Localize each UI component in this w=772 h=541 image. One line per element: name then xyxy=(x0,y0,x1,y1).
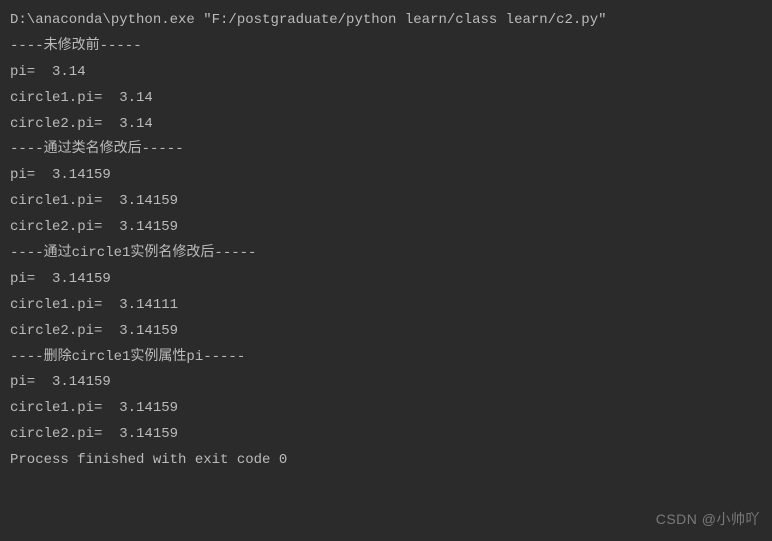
output-line: ----未修改前----- xyxy=(10,34,762,60)
output-line: circle1.pi= 3.14159 xyxy=(10,189,762,215)
output-line: ----通过circle1实例名修改后----- xyxy=(10,241,762,267)
output-line: ----通过类名修改后----- xyxy=(10,137,762,163)
output-line: circle2.pi= 3.14159 xyxy=(10,422,762,448)
output-line: circle1.pi= 3.14111 xyxy=(10,293,762,319)
output-line: Process finished with exit code 0 xyxy=(10,448,762,474)
output-line: ----删除circle1实例属性pi----- xyxy=(10,345,762,371)
output-line: pi= 3.14159 xyxy=(10,370,762,396)
watermark: CSDN @小帅吖 xyxy=(656,507,760,533)
output-line: pi= 3.14159 xyxy=(10,267,762,293)
output-line: circle2.pi= 3.14 xyxy=(10,112,762,138)
output-line: circle2.pi= 3.14159 xyxy=(10,319,762,345)
output-line: circle2.pi= 3.14159 xyxy=(10,215,762,241)
output-line: circle1.pi= 3.14159 xyxy=(10,396,762,422)
console-output: D:\anaconda\python.exe "F:/postgraduate/… xyxy=(10,8,762,474)
output-line: pi= 3.14159 xyxy=(10,163,762,189)
output-line: circle1.pi= 3.14 xyxy=(10,86,762,112)
output-line: D:\anaconda\python.exe "F:/postgraduate/… xyxy=(10,8,762,34)
output-line: pi= 3.14 xyxy=(10,60,762,86)
